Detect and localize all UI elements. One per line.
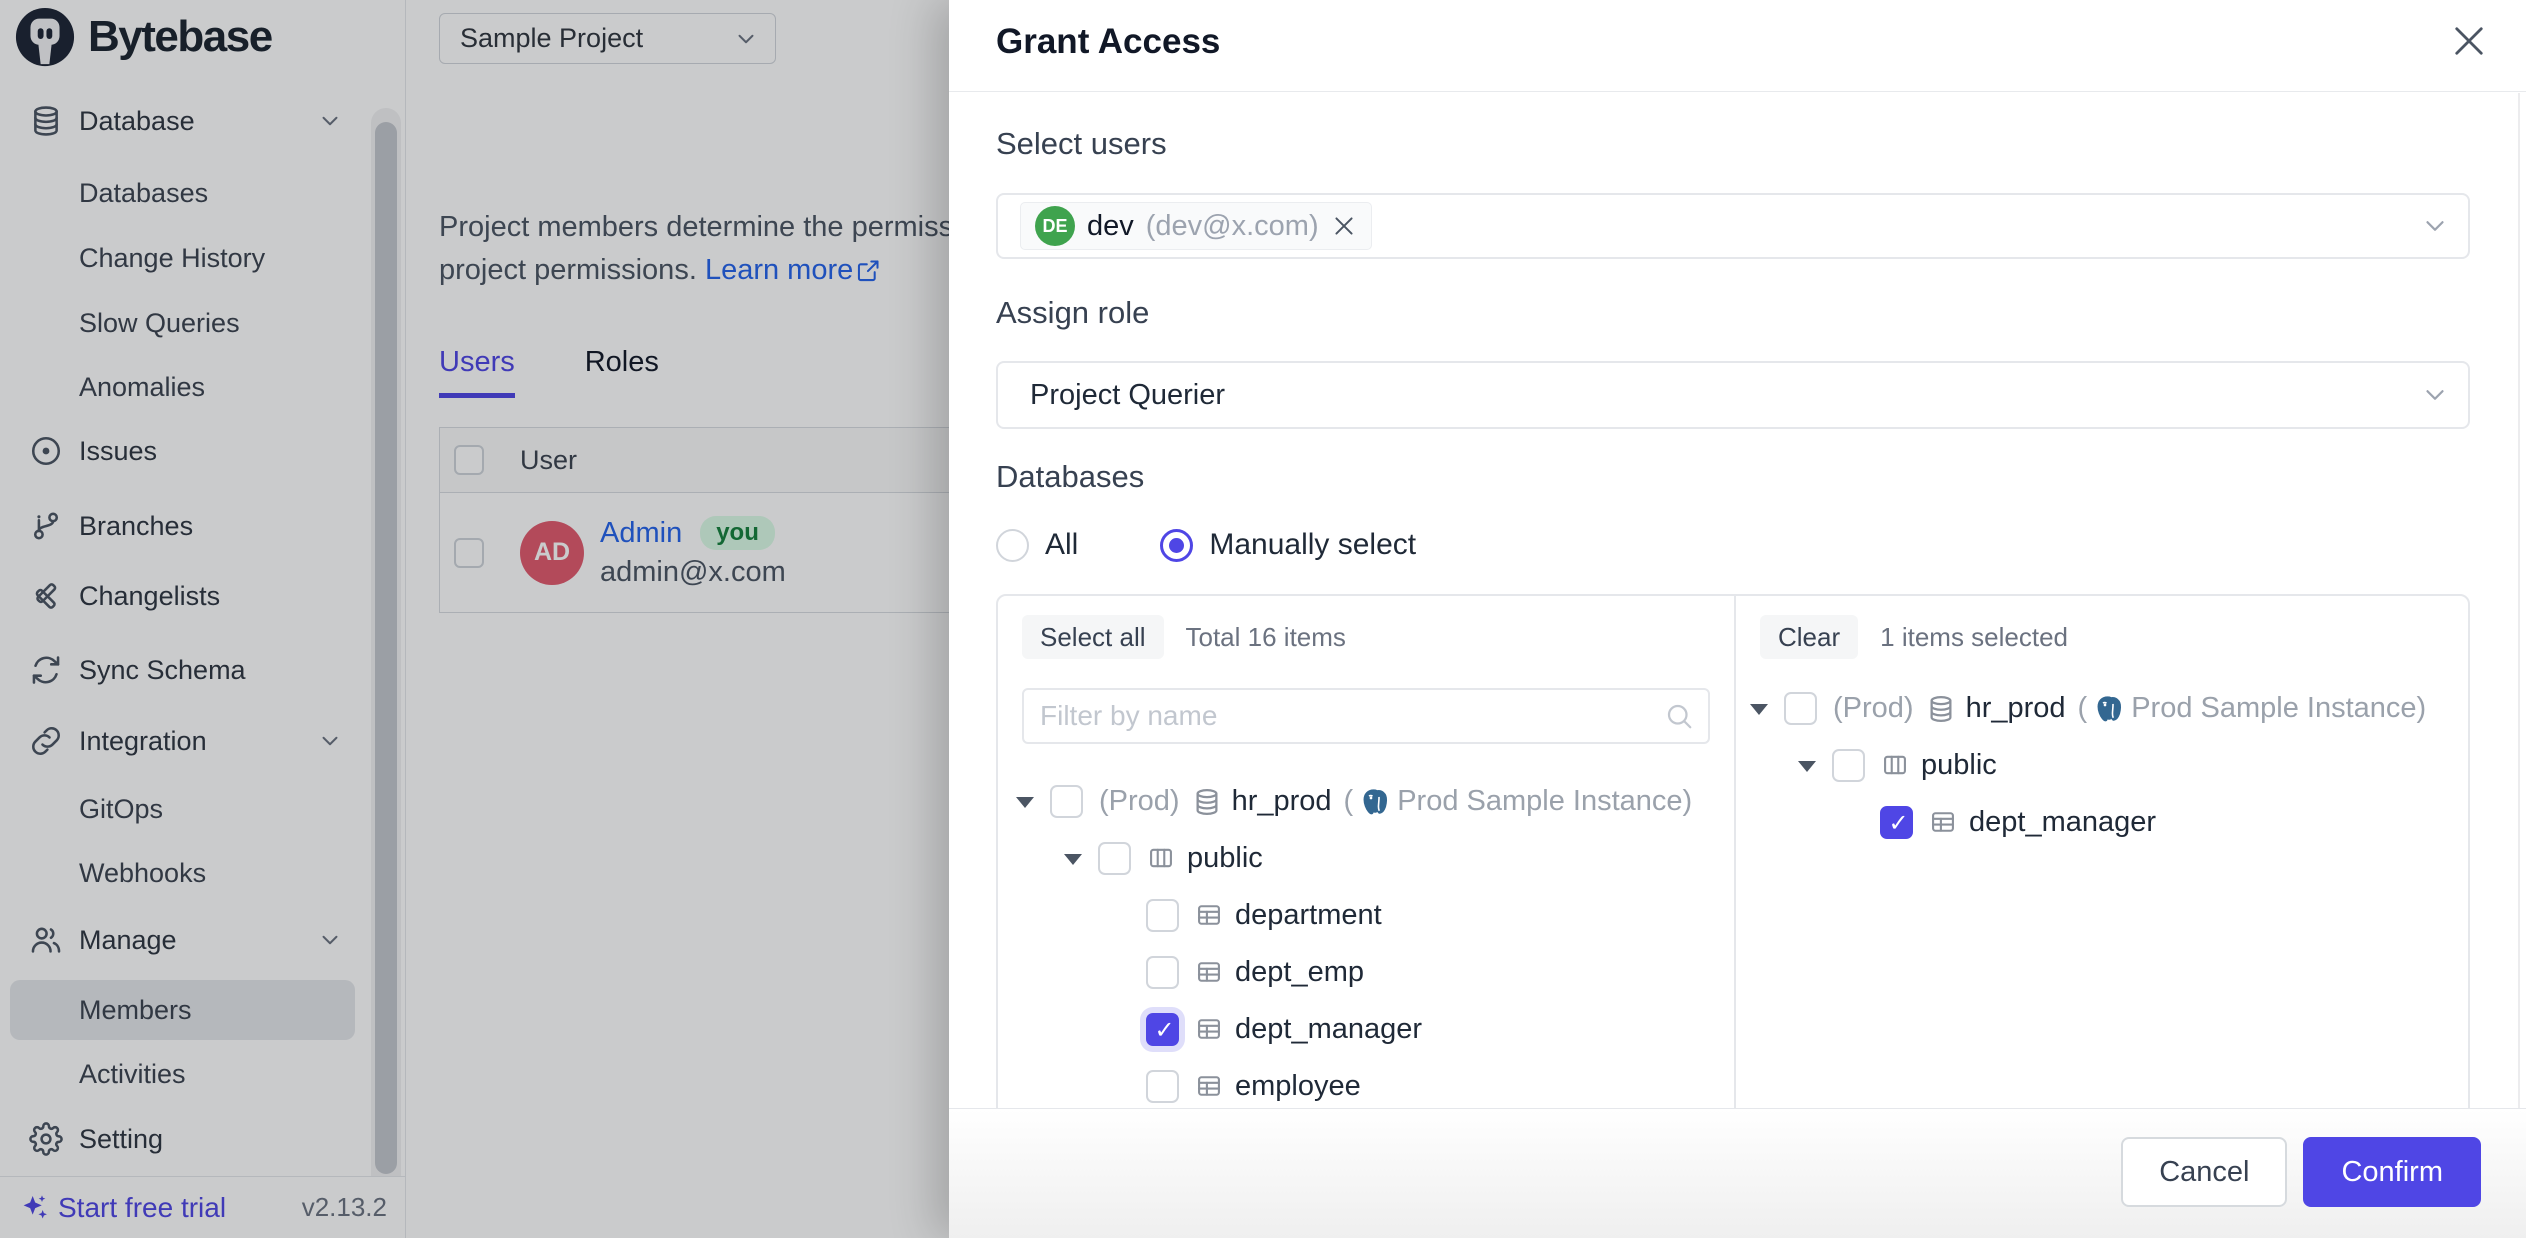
grant-access-modal: Grant Access Select users DE dev (dev@x.… (949, 0, 2526, 1238)
table-icon (1195, 1015, 1225, 1045)
radio-all[interactable] (996, 529, 1029, 562)
modal-body: Select users DE dev (dev@x.com) Assign r… (949, 93, 2526, 1108)
database-transfer-panel: Select all Total 16 items (Prod) (996, 594, 2470, 1108)
caret-down-icon[interactable] (1062, 852, 1082, 866)
clear-button[interactable]: Clear (1760, 615, 1858, 659)
postgresql-icon (2093, 693, 2125, 725)
tree-checkbox[interactable] (1050, 785, 1083, 818)
filter-input-wrap (1022, 688, 1710, 744)
screen: Bytebase Database Databases Change Histo… (0, 0, 2526, 1238)
chip-remove-icon[interactable] (1331, 213, 1357, 239)
chip-name: dev (1087, 210, 1134, 243)
transfer-selected-panel: Clear 1 items selected (Prod) hr_prod ( (1736, 596, 2470, 1108)
close-icon[interactable] (2448, 20, 2490, 62)
database-scope-radios: All Manually select (996, 524, 1416, 566)
caret-down-icon[interactable] (1796, 759, 1816, 773)
tree-node-table[interactable]: employee (998, 1058, 1734, 1108)
tree-node-table[interactable]: dept_emp (998, 944, 1734, 1001)
tree-node-table[interactable]: dept_manager (1736, 794, 2470, 851)
chip-email: (dev@x.com) (1146, 210, 1319, 243)
selected-count-label: 1 items selected (1880, 622, 2068, 653)
tree-checkbox[interactable] (1146, 1070, 1179, 1103)
role-select-value: Project Querier (1030, 379, 1225, 412)
tree-node-database[interactable]: (Prod) hr_prod ( Prod Sample Instance) (1736, 680, 2470, 737)
schema-icon (1147, 844, 1177, 874)
table-icon (1929, 808, 1959, 838)
search-icon (1664, 701, 1694, 731)
radio-manually-select[interactable] (1160, 529, 1193, 562)
caret-down-icon[interactable] (1014, 795, 1034, 809)
modal-scrollbar-track[interactable] (2518, 93, 2520, 1108)
filter-input[interactable] (1024, 700, 1658, 732)
postgresql-icon (1359, 786, 1391, 818)
tree-node-table[interactable]: dept_manager (998, 1001, 1734, 1058)
table-icon (1195, 958, 1225, 988)
databases-label: Databases (996, 459, 1144, 495)
caret-down-icon[interactable] (1748, 702, 1768, 716)
tree-node-table[interactable]: department (998, 887, 1734, 944)
tree-checkbox[interactable] (1098, 842, 1131, 875)
tree-checkbox-checked[interactable] (1880, 806, 1913, 839)
tree-checkbox[interactable] (1832, 749, 1865, 782)
select-all-button[interactable]: Select all (1022, 615, 1164, 659)
chevron-down-icon (2420, 380, 2450, 410)
tree-checkbox-checked[interactable] (1146, 1013, 1179, 1046)
schema-icon (1881, 751, 1911, 781)
chevron-down-icon (2420, 211, 2450, 241)
database-icon (1192, 787, 1222, 817)
total-items-label: Total 16 items (1186, 622, 1346, 653)
database-icon (1926, 694, 1956, 724)
tree-node-schema[interactable]: public (1736, 737, 2470, 794)
table-icon (1195, 901, 1225, 931)
tree-checkbox[interactable] (1784, 692, 1817, 725)
transfer-source-panel: Select all Total 16 items (Prod) (998, 596, 1734, 1108)
tree-checkbox[interactable] (1146, 899, 1179, 932)
user-chip: DE dev (dev@x.com) (1020, 202, 1372, 250)
chip-avatar: DE (1035, 206, 1075, 246)
assign-role-label: Assign role (996, 295, 1149, 331)
role-select[interactable]: Project Querier (996, 361, 2470, 429)
select-users-input[interactable]: DE dev (dev@x.com) (996, 193, 2470, 259)
source-tree: (Prod) hr_prod ( Prod Sample Instance) (998, 773, 1734, 1108)
table-icon (1195, 1072, 1225, 1102)
modal-footer: Cancel Confirm (949, 1108, 2526, 1238)
tree-node-schema[interactable]: public (998, 830, 1734, 887)
tree-node-database[interactable]: (Prod) hr_prod ( Prod Sample Instance) (998, 773, 1734, 830)
modal-title: Grant Access (996, 22, 1220, 62)
confirm-button[interactable]: Confirm (2303, 1137, 2481, 1207)
cancel-button[interactable]: Cancel (2121, 1137, 2287, 1207)
select-users-label: Select users (996, 126, 1167, 162)
modal-header: Grant Access (949, 0, 2526, 92)
selected-tree: (Prod) hr_prod ( Prod Sample Instance) (1736, 680, 2470, 851)
tree-checkbox[interactable] (1146, 956, 1179, 989)
